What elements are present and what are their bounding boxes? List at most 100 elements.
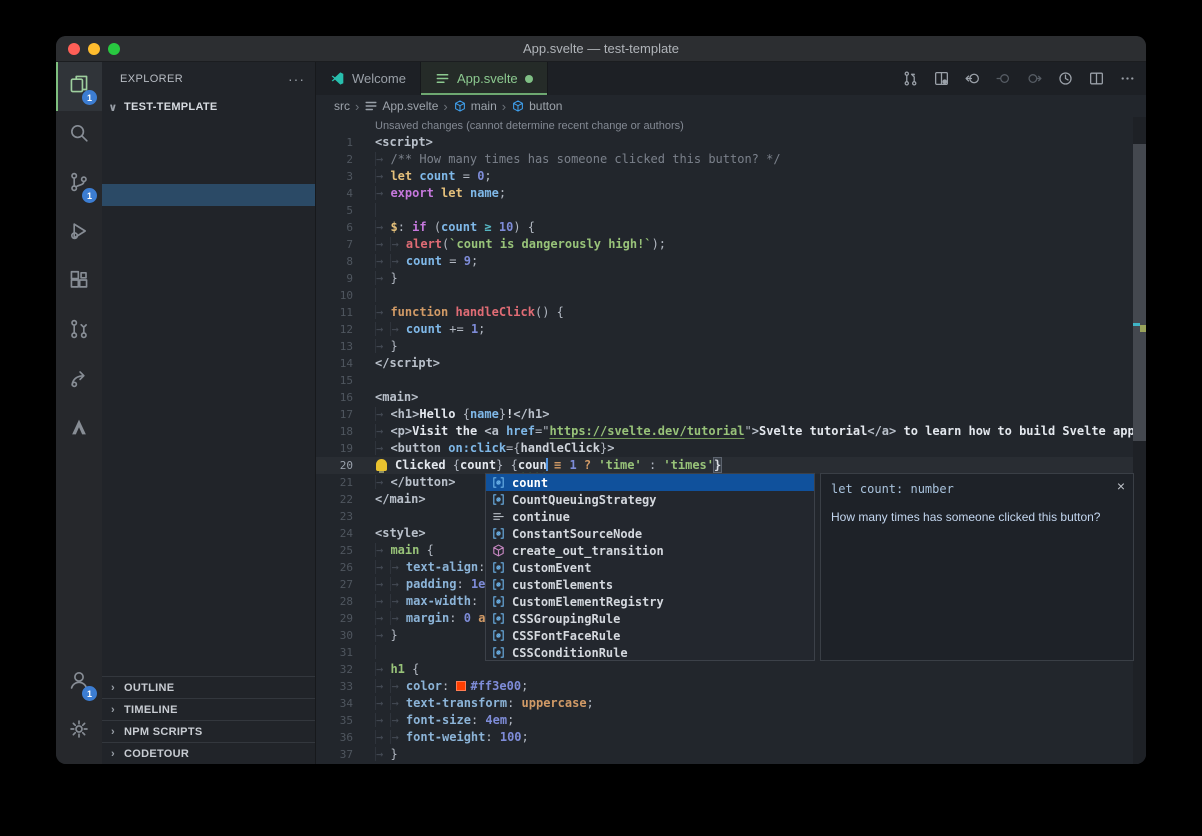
gutter-previous-icon[interactable] [992,68,1014,90]
previous-change-icon[interactable] [961,68,983,90]
tab-welcome[interactable]: Welcome [316,62,421,95]
activity-settings[interactable] [56,707,102,756]
suggestion-countqueuingstrategy[interactable]: CountQueuingStrategy [486,491,814,508]
line-number: 11 [316,306,353,319]
editor-scrollbar[interactable] [1133,117,1146,764]
code-line[interactable]: 8→ → count = 9; [316,253,1146,270]
suggestion-continue[interactable]: continue [486,508,814,525]
more-actions-icon[interactable] [1116,68,1138,90]
code-line[interactable]: 6→ $: if (count ≥ 10) { [316,219,1146,236]
code-line[interactable]: 34→ → text-transform: uppercase; [316,695,1146,712]
code-area[interactable]: Unsaved changes (cannot determine recent… [316,117,1146,764]
chevron-right-icon: › [106,682,120,694]
activity-explorer[interactable]: 1 [56,62,102,111]
symbol-variable-icon [490,645,506,661]
line-number: 31 [316,646,353,659]
scrollbar-thumb[interactable] [1133,144,1146,441]
tree-item-yarn-lock[interactable] [102,338,315,360]
code-line[interactable]: 4→ export let name; [316,185,1146,202]
activity-search[interactable] [56,111,102,160]
activity-accounts[interactable]: 1 [56,658,102,707]
code-line[interactable]: 18→ <p>Visit the <a href="https://svelte… [316,423,1146,440]
line-number: 16 [316,391,353,404]
code-line[interactable]: 16<main> [316,389,1146,406]
explorer-more-actions-icon[interactable]: ··· [288,71,305,87]
tree-item-main-ts[interactable] [102,206,315,228]
tree-item-package-json[interactable] [102,250,315,272]
tree-item-src[interactable] [102,162,315,184]
activity-github-pull-requests[interactable] [56,307,102,356]
suggestion-count[interactable]: count [486,474,814,491]
breadcrumb-src[interactable]: src [334,99,350,113]
line-number: 33 [316,680,353,693]
activity-source-control[interactable]: 1 [56,160,102,209]
code-line[interactable]: 35→ → font-size: 4em; [316,712,1146,729]
tree-root-test-template[interactable]: ∨ TEST-TEMPLATE [102,96,315,118]
suggestion-cssgroupingrule[interactable]: CSSGroupingRule [486,610,814,627]
tree-item-node-modules[interactable] [102,118,315,140]
sidebar-section-timeline[interactable]: ›TIMELINE [102,698,315,720]
suggestion-create_out_transition[interactable]: create_out_transition [486,542,814,559]
compare-with-previous-icon[interactable] [899,68,921,90]
tree-item-rollup-config-js[interactable] [102,294,315,316]
code-line[interactable]: 12→ → count += 1; [316,321,1146,338]
symbol-variable-icon [490,475,506,491]
code-line[interactable]: 11→ function handleClick() { [316,304,1146,321]
line-number: 13 [316,340,353,353]
tree-item-tsconfig-json[interactable] [102,316,315,338]
tree-item-public[interactable] [102,140,315,162]
tab-app-svelte[interactable]: App.svelte [421,62,548,95]
chevron-down-icon: ∨ [106,101,120,114]
activity-live-share[interactable] [56,356,102,405]
breadcrumb[interactable]: src›App.svelte›main›button [316,95,1146,117]
suggestion-customelementregistry[interactable]: CustomElementRegistry [486,593,814,610]
code-line[interactable]: 10 [316,287,1146,304]
file-history-icon[interactable] [1054,68,1076,90]
code-line[interactable]: 14</script> [316,355,1146,372]
split-editor-icon[interactable] [1085,68,1107,90]
code-line[interactable]: 3→ let count = 0; [316,168,1146,185]
code-line[interactable]: 9→ } [316,270,1146,287]
suggestion-cssfontfacerule[interactable]: CSSFontFaceRule [486,627,814,644]
suggestion-customevent[interactable]: CustomEvent [486,559,814,576]
code-line[interactable]: 1<script> [316,134,1146,151]
file-list-icon [364,99,378,113]
code-line[interactable]: 15 [316,372,1146,389]
search-icon [68,122,90,149]
code-line[interactable]: 19→ <button on:click={handleClick}> [316,440,1146,457]
code-line[interactable]: 13→ } [316,338,1146,355]
activity-azure[interactable] [56,405,102,454]
open-changes-icon[interactable] [930,68,952,90]
tree-item-app-svelte[interactable] [102,184,315,206]
lightbulb-icon[interactable] [376,459,387,471]
suggestion-customelements[interactable]: customElements [486,576,814,593]
breadcrumb-button[interactable]: button [511,99,562,113]
code-line[interactable]: 5 [316,202,1146,219]
activity-extensions[interactable] [56,258,102,307]
tree-item--gitignore[interactable] [102,228,315,250]
activity-run-debug[interactable] [56,209,102,258]
live-share-icon [68,367,90,394]
suggestion-cssconditionrule[interactable]: CSSConditionRule [486,644,814,661]
breadcrumb-main[interactable]: main [453,99,497,113]
sidebar-section-codetour[interactable]: ›CODETOUR [102,742,315,764]
line-number: 4 [316,187,353,200]
sidebar-section-outline[interactable]: ›OUTLINE [102,676,315,698]
code-line[interactable]: 32→ h1 { [316,661,1146,678]
title-bar[interactable]: App.svelte — test-template [56,36,1146,62]
code-line[interactable]: 36→ → font-weight: 100; [316,729,1146,746]
code-line[interactable]: 17→ <h1>Hello {name}!</h1> [316,406,1146,423]
code-line[interactable]: 33→ → color: #ff3e00; [316,678,1146,695]
suggestion-constantsourcenode[interactable]: ConstantSourceNode [486,525,814,542]
line-number: 12 [316,323,353,336]
gutter-next-icon[interactable] [1023,68,1045,90]
code-line[interactable]: 20Clicked {count} {coun ≡ 1 ? 'time' : '… [316,457,1146,474]
code-line[interactable]: 37→ } [316,746,1146,763]
code-line[interactable]: 7→ → alert(`count is dangerously high!`)… [316,236,1146,253]
breadcrumb-app-svelte[interactable]: App.svelte [364,99,438,113]
close-icon[interactable]: × [1117,478,1125,494]
sidebar-section-npm-scripts[interactable]: ›NPM SCRIPTS [102,720,315,742]
line-number: 10 [316,289,353,302]
tree-item-readme-md[interactable] [102,272,315,294]
code-line[interactable]: 2→ /** How many times has someone clicke… [316,151,1146,168]
